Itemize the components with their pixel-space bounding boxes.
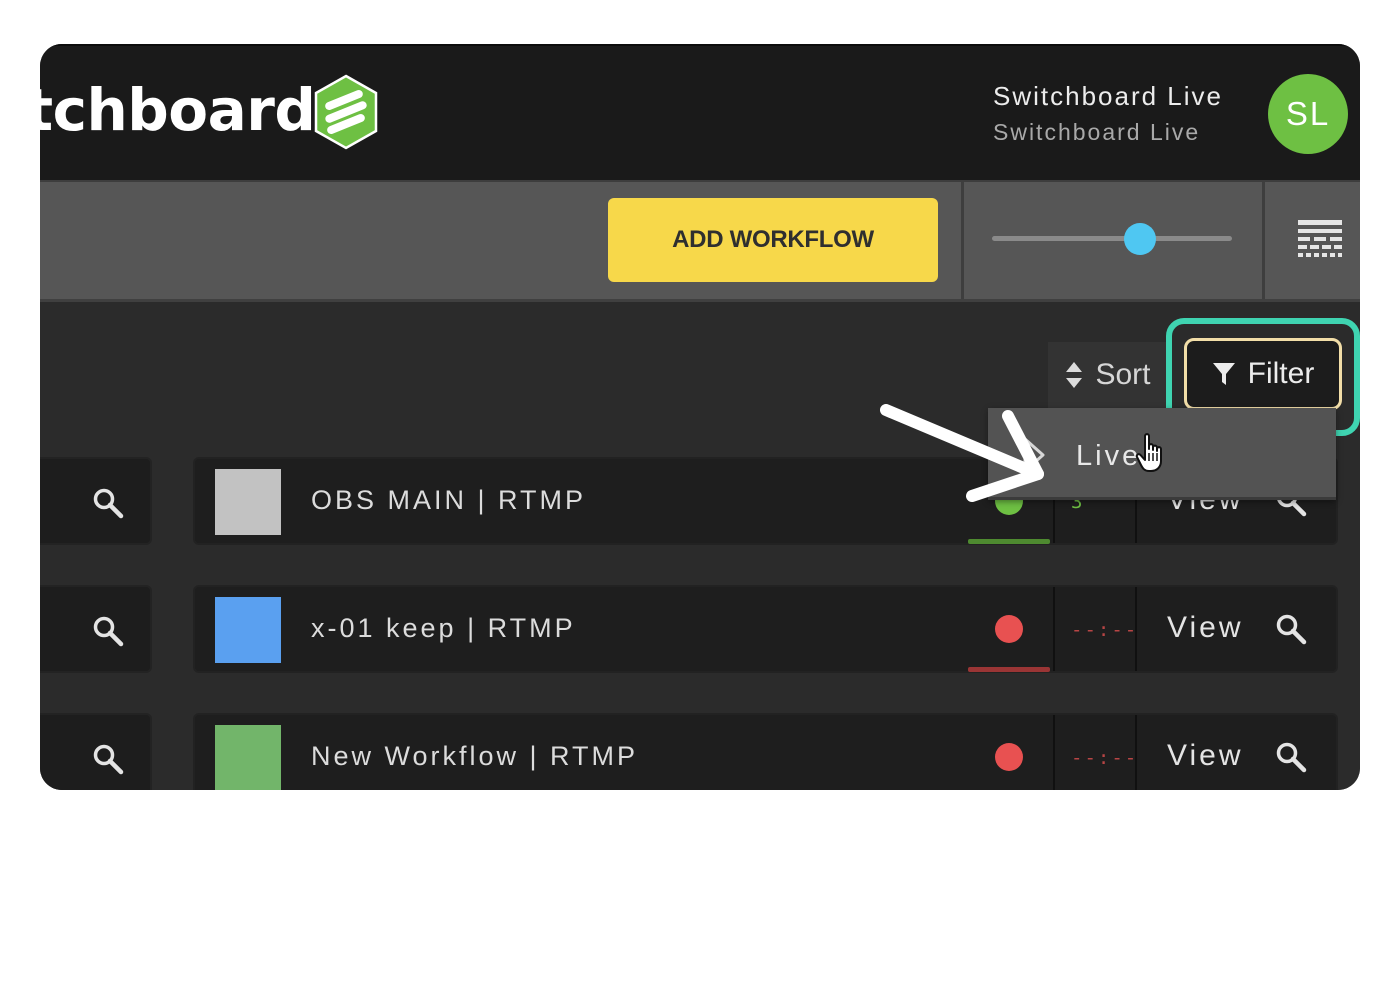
brand-wordmark: itchboard bbox=[40, 76, 316, 144]
toolbar-divider bbox=[1262, 182, 1265, 299]
stream-timer: --:-- bbox=[1071, 747, 1139, 769]
status-bar bbox=[968, 667, 1050, 672]
search-icon[interactable] bbox=[92, 615, 124, 647]
status-indicator bbox=[995, 743, 1023, 771]
filter-label: Filter bbox=[1247, 357, 1315, 390]
row-divider bbox=[1053, 587, 1055, 671]
workflow-row[interactable]: New Workflow | RTMP --:-- View bbox=[193, 713, 1338, 790]
annotation-arrow bbox=[880, 404, 1044, 502]
row-divider bbox=[1135, 587, 1137, 671]
sort-label: Sort bbox=[1095, 358, 1151, 391]
filter-funnel-icon bbox=[1212, 363, 1235, 385]
workflow-title: x-01 keep | RTMP bbox=[311, 613, 576, 643]
search-icon[interactable] bbox=[92, 743, 124, 775]
zoom-slider-handle[interactable] bbox=[1124, 223, 1156, 255]
workflow-thumbnail bbox=[215, 469, 281, 535]
sort-icon bbox=[1066, 362, 1083, 388]
filter-option-label: Live bbox=[1076, 440, 1142, 472]
workflow-list-area: Sort Filter v v v OBS MAIN | RTMP bbox=[40, 302, 1360, 790]
zoom-slider-track[interactable] bbox=[992, 236, 1232, 241]
toolbar-divider bbox=[961, 182, 964, 299]
layout-grid-icon[interactable] bbox=[1298, 220, 1342, 258]
partial-workflow-card[interactable]: v bbox=[40, 585, 152, 673]
stream-timer: --:-- bbox=[1071, 619, 1139, 641]
organization-name: Switchboard Live bbox=[993, 119, 1201, 145]
filter-button[interactable]: Filter bbox=[1184, 338, 1342, 410]
user-avatar[interactable]: SL bbox=[1268, 74, 1348, 154]
search-icon[interactable] bbox=[1275, 741, 1307, 773]
add-workflow-button[interactable]: ADD WORKFLOW bbox=[608, 198, 938, 282]
view-link[interactable]: View bbox=[1167, 739, 1243, 773]
row-divider bbox=[1135, 715, 1137, 790]
hand-cursor-icon bbox=[1135, 433, 1162, 472]
partial-workflow-card[interactable]: v bbox=[40, 457, 152, 545]
workflow-row[interactable]: x-01 keep | RTMP --:-- View bbox=[193, 585, 1338, 673]
workflow-thumbnail bbox=[215, 597, 281, 663]
search-icon[interactable] bbox=[1275, 613, 1307, 645]
app-header: itchboard Switchboard Live Switchboard L… bbox=[40, 44, 1360, 182]
toolbar: ADD WORKFLOW bbox=[40, 182, 1360, 302]
partial-workflow-card[interactable]: v bbox=[40, 713, 152, 790]
user-name: Switchboard Live bbox=[993, 81, 1223, 111]
status-bar bbox=[968, 539, 1050, 544]
workflow-title: OBS MAIN | RTMP bbox=[311, 485, 587, 515]
app-window: itchboard Switchboard Live Switchboard L… bbox=[40, 44, 1360, 790]
search-icon[interactable] bbox=[92, 487, 124, 519]
status-indicator bbox=[995, 615, 1023, 643]
switchboard-logo-icon[interactable] bbox=[312, 74, 380, 150]
sort-button[interactable]: Sort bbox=[1048, 342, 1168, 408]
view-link[interactable]: View bbox=[1167, 611, 1243, 645]
row-divider bbox=[1053, 715, 1055, 790]
workflow-title: New Workflow | RTMP bbox=[311, 741, 639, 771]
workflow-thumbnail bbox=[215, 725, 281, 790]
